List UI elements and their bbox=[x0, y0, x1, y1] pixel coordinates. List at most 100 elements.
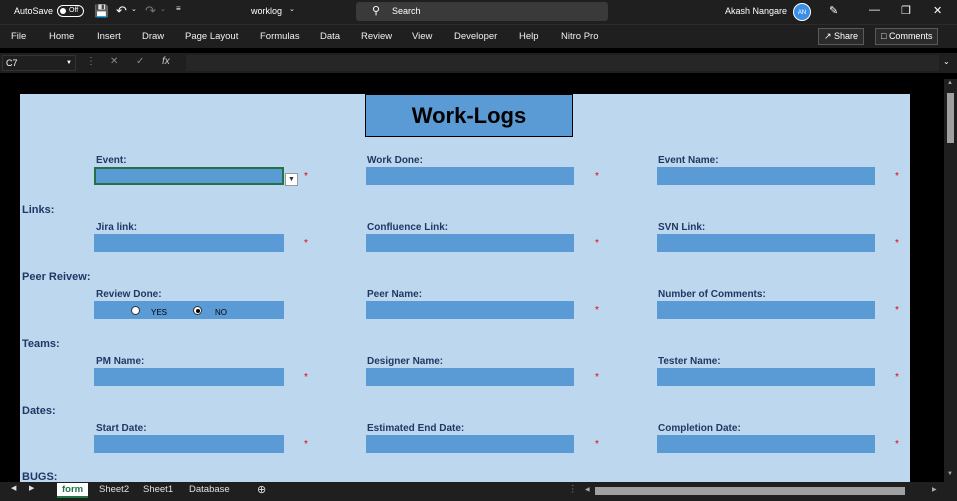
enter-icon[interactable]: ✓ bbox=[136, 56, 144, 67]
minimize-icon[interactable]: — bbox=[869, 4, 880, 16]
menu-home[interactable]: Home bbox=[49, 31, 74, 42]
review-no-radio[interactable] bbox=[193, 306, 202, 315]
cancel-icon[interactable]: ✕ bbox=[110, 56, 118, 67]
share-button[interactable]: ↗ Share bbox=[818, 28, 865, 45]
start-date-field[interactable] bbox=[94, 435, 284, 453]
menu-page-layout[interactable]: Page Layout bbox=[185, 31, 238, 42]
completion-date-required-mark: * bbox=[895, 439, 899, 450]
menu-draw[interactable]: Draw bbox=[142, 31, 164, 42]
est-end-date-label: Estimated End Date: bbox=[367, 423, 465, 434]
restore-icon[interactable]: ❐ bbox=[901, 4, 911, 17]
menu-review[interactable]: Review bbox=[361, 31, 392, 42]
work-done-field[interactable] bbox=[366, 167, 574, 185]
review-no-label: NO bbox=[215, 308, 227, 317]
work-done-required-mark: * bbox=[595, 171, 599, 182]
confluence-link-field[interactable] bbox=[366, 234, 574, 252]
save-icon[interactable]: 💾 bbox=[94, 4, 109, 18]
pm-name-field[interactable] bbox=[94, 368, 284, 386]
designer-name-field[interactable] bbox=[366, 368, 574, 386]
menu-help[interactable]: Help bbox=[519, 31, 539, 42]
horizontal-scroll-thumb[interactable] bbox=[595, 487, 905, 495]
worksheet-area: Work-Logs Event: ▼ * Work Done: * Event … bbox=[0, 79, 944, 482]
horizontal-scrollbar[interactable]: ◀ ▶ bbox=[583, 485, 941, 497]
autosave-toggle[interactable]: Off bbox=[57, 5, 84, 17]
jira-link-field[interactable] bbox=[94, 234, 284, 252]
review-done-label: Review Done: bbox=[96, 289, 162, 300]
peer-name-label: Peer Name: bbox=[367, 289, 423, 300]
close-icon[interactable]: ✕ bbox=[933, 4, 942, 17]
undo-icon[interactable]: ↶ bbox=[116, 3, 127, 19]
teams-section: Teams: bbox=[22, 338, 60, 350]
expand-formula-icon[interactable]: ⌄ bbox=[943, 57, 950, 66]
pen-icon[interactable]: ✎ bbox=[829, 4, 838, 17]
confluence-required-mark: * bbox=[595, 238, 599, 249]
menu-formulas[interactable]: Formulas bbox=[260, 31, 300, 42]
vertical-scrollbar[interactable]: ▲ ▼ bbox=[944, 79, 957, 482]
form-title: Work-Logs bbox=[365, 94, 573, 137]
formula-input[interactable] bbox=[186, 55, 939, 71]
est-end-date-field[interactable] bbox=[366, 435, 574, 453]
redo-dropdown-icon[interactable]: ⌄ bbox=[160, 5, 166, 13]
menu-developer[interactable]: Developer bbox=[454, 31, 497, 42]
redo-icon[interactable]: ↷ bbox=[145, 3, 156, 19]
peer-name-field[interactable] bbox=[366, 301, 574, 319]
file-name: worklog bbox=[251, 6, 283, 16]
more-icon: ⋮ bbox=[86, 56, 96, 67]
insert-function-icon[interactable]: fx bbox=[162, 56, 170, 67]
jira-link-label: Jira link: bbox=[96, 222, 138, 233]
name-box[interactable]: C7 ▼ bbox=[2, 55, 76, 71]
completion-date-field[interactable] bbox=[657, 435, 875, 453]
tab-database[interactable]: Database bbox=[189, 484, 230, 495]
tab-sheet2[interactable]: Sheet2 bbox=[99, 484, 129, 495]
designer-name-required-mark: * bbox=[595, 372, 599, 383]
designer-name-label: Designer Name: bbox=[367, 356, 444, 367]
add-sheet-icon[interactable]: ⊕ bbox=[257, 483, 266, 496]
scroll-left-icon[interactable]: ◀ bbox=[585, 486, 590, 493]
event-dropdown-button[interactable]: ▼ bbox=[285, 173, 298, 186]
svn-link-field[interactable] bbox=[657, 234, 875, 252]
num-comments-field[interactable] bbox=[657, 301, 875, 319]
event-name-required-mark: * bbox=[895, 171, 899, 182]
pm-name-label: PM Name: bbox=[96, 356, 145, 367]
menu-insert[interactable]: Insert bbox=[97, 31, 121, 42]
scroll-right-icon[interactable]: ▶ bbox=[932, 486, 937, 493]
bugs-section: BUGS: bbox=[22, 471, 58, 482]
tester-name-required-mark: * bbox=[895, 372, 899, 383]
next-sheet-icon[interactable]: ▶ bbox=[29, 484, 34, 492]
review-yes-radio[interactable] bbox=[131, 306, 140, 315]
vertical-scroll-thumb[interactable] bbox=[947, 93, 954, 143]
customize-toolbar-icon[interactable]: ≡ bbox=[176, 4, 181, 13]
user-name[interactable]: Akash Nangare bbox=[725, 6, 787, 16]
search-box[interactable]: ⚲ Search bbox=[356, 2, 608, 21]
menu-file[interactable]: File bbox=[11, 31, 26, 42]
prev-sheet-icon[interactable]: ◀ bbox=[11, 484, 16, 492]
num-comments-label: Number of Comments: bbox=[658, 289, 766, 300]
namebox-dropdown-icon[interactable]: ▼ bbox=[66, 56, 72, 70]
event-label: Event: bbox=[96, 155, 127, 166]
filename-dropdown-icon[interactable]: ⌄ bbox=[289, 5, 295, 13]
tab-options-icon[interactable]: ⋮ bbox=[568, 484, 578, 495]
title-bar: AutoSave Off 💾 ↶ ⌄ ↷ ⌄ ≡ worklog ⌄ ⚲ Sea… bbox=[0, 0, 957, 24]
review-done-field bbox=[94, 301, 284, 319]
start-date-required-mark: * bbox=[304, 439, 308, 450]
event-required-mark: * bbox=[304, 171, 308, 182]
tab-form[interactable]: form bbox=[57, 483, 89, 498]
tab-sheet1[interactable]: Sheet1 bbox=[143, 484, 173, 495]
menu-data[interactable]: Data bbox=[320, 31, 340, 42]
comments-button[interactable]: □ Comments bbox=[875, 28, 939, 45]
tester-name-field[interactable] bbox=[657, 368, 875, 386]
completion-date-label: Completion Date: bbox=[658, 423, 741, 434]
search-icon: ⚲ bbox=[372, 5, 381, 17]
autosave-label: AutoSave bbox=[14, 6, 54, 16]
svn-required-mark: * bbox=[895, 238, 899, 249]
scroll-up-icon[interactable]: ▲ bbox=[947, 80, 953, 86]
menu-nitro-pro[interactable]: Nitro Pro bbox=[561, 31, 598, 42]
est-end-date-required-mark: * bbox=[595, 439, 599, 450]
avatar[interactable]: AN bbox=[793, 3, 811, 21]
event-field[interactable] bbox=[94, 167, 284, 185]
scroll-down-icon[interactable]: ▼ bbox=[947, 471, 953, 477]
undo-dropdown-icon[interactable]: ⌄ bbox=[131, 5, 137, 13]
links-section: Links: bbox=[22, 204, 55, 216]
menu-view[interactable]: View bbox=[412, 31, 432, 42]
event-name-field[interactable] bbox=[657, 167, 875, 185]
